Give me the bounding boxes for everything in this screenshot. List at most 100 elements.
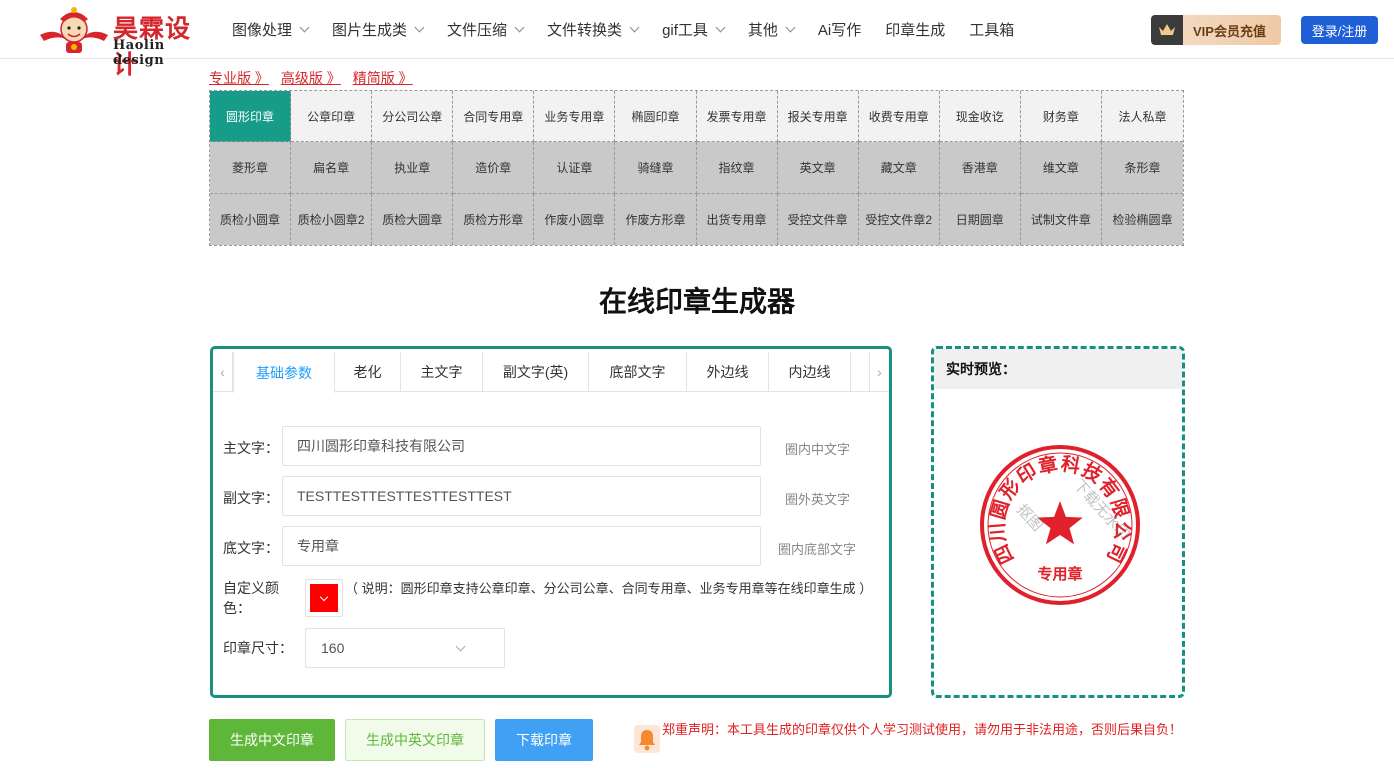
stamp-type-item[interactable]: 财务章 [1020,91,1102,143]
nav-seal-generator[interactable]: 印章生成 [885,19,945,40]
stamp-type-item[interactable]: 受控文件章2 [858,193,940,245]
site-logo[interactable]: 昊霖设计 Haolin design [36,5,211,79]
tab-basic-params[interactable]: 基础参数 [233,352,335,393]
settings-panel: ‹ 基础参数 老化 主文字 副文字(英) 底部文字 外边线 内边线 › 主文字：… [210,346,892,698]
nav-file-compress[interactable]: 文件压缩 [447,19,525,40]
nav-file-convert[interactable]: 文件转换类 [547,19,640,40]
vip-label: VIP会员充值 [1193,23,1266,39]
tab-sub-text[interactable]: 副文字(英) [483,352,589,392]
stamp-type-item[interactable]: 条形章 [1101,142,1183,194]
top-header: 昊霖设计 Haolin design 图像处理 图片生成类 文件压缩 文件转换类… [0,0,1394,79]
stamp-type-item[interactable]: 圆形印章 [210,91,292,143]
chevron-down-icon [514,22,525,33]
color-note: （ 说明：圆形印章支持公章印章、分公司公章、合同专用章、业务专用章等在线印章生成… [345,581,873,596]
chevron-down-icon [785,22,796,33]
stamp-type-item[interactable]: 业务专用章 [534,91,616,143]
download-seal-button[interactable]: 下载印章 [495,719,593,761]
vip-recharge-button[interactable]: VIP会员充值 [1151,15,1281,45]
tab-aging[interactable]: 老化 [335,352,401,392]
logo-subtitle: Haolin design [113,38,165,68]
stamp-type-item[interactable]: 发票专用章 [696,91,778,143]
stamp-type-item[interactable]: 合同专用章 [453,91,535,143]
stamp-type-item[interactable]: 执业章 [372,142,454,194]
tab-main-text[interactable]: 主文字 [401,352,483,392]
nav-label: Ai写作 [817,22,862,39]
sub-text-hint: 圈外英文字 [785,492,851,507]
tab-bottom-text[interactable]: 底部文字 [589,352,687,392]
stamp-type-item[interactable]: 法人私章 [1101,91,1183,143]
version-pro-link[interactable]: 专业版 》 [209,68,269,88]
nav-ai-writing[interactable]: Ai写作 [818,19,861,40]
version-lite-link[interactable]: 精简版 》 [353,68,413,88]
chevron-down-icon [319,592,329,601]
tab-inner-border[interactable]: 内边线 [769,352,851,392]
chevron-down-icon [299,22,310,33]
tab-scroll-left-icon[interactable]: ‹ [213,352,233,392]
stamp-type-item[interactable]: 收费专用章 [858,91,940,143]
nav-toolbox[interactable]: 工具箱 [969,19,1014,40]
bottom-text-input[interactable]: 专用章 [282,526,761,566]
stamp-type-item[interactable]: 日期圆章 [939,193,1021,245]
stamp-type-item[interactable]: 公章印章 [291,91,373,143]
stamp-type-grid: 圆形印章 公章印章 分公司公章 合同专用章 业务专用章 椭圆印章 发票专用章 报关专用章 收费专… [209,90,1184,246]
chevron-down-icon [414,22,425,33]
tab-scroll-right-icon[interactable]: › [869,352,889,392]
nav-label: 工具箱 [969,22,1015,39]
stamp-type-item[interactable]: 英文章 [777,142,859,194]
stamp-type-item[interactable]: 藏文章 [858,142,940,194]
bell-icon [634,725,660,753]
stamp-type-item[interactable]: 椭圆印章 [615,91,697,143]
main-nav: 图像处理 图片生成类 文件压缩 文件转换类 gif工具 其他 Ai写作 印章生成 [232,0,1038,59]
stamp-type-item[interactable]: 质检大圆章 [372,193,454,245]
stamp-type-item[interactable]: 香港章 [939,142,1021,194]
nav-label: 文件压缩 [447,22,508,39]
stamp-type-item[interactable]: 骑缝章 [615,142,697,194]
stamp-type-item[interactable]: 质检小圆章2 [291,193,373,245]
chevron-down-icon [715,22,726,33]
stamp-type-item[interactable]: 出货专用章 [696,193,778,245]
mascot-icon [40,7,108,53]
sub-text-label: 副文字： [223,490,279,506]
chevron-down-icon [455,641,466,652]
crown-icon [1151,15,1183,45]
nav-image-generation[interactable]: 图片生成类 [332,19,425,40]
version-links: 专业版 》 高级版 》 精简版 》 [209,68,425,88]
stamp-type-item[interactable]: 认证章 [534,142,616,194]
version-advanced-link[interactable]: 高级版 》 [281,68,341,88]
stamp-type-item[interactable]: 作废小圆章 [534,193,616,245]
stamp-type-item[interactable]: 现金收讫 [939,91,1021,143]
stamp-type-item[interactable]: 指纹章 [696,142,778,194]
generate-cn-seal-button[interactable]: 生成中文印章 [209,719,335,761]
nav-image-processing[interactable]: 图像处理 [232,19,310,40]
nav-other[interactable]: 其他 [748,19,796,40]
size-select[interactable]: 160 [305,628,505,668]
stamp-type-item[interactable]: 维文章 [1020,142,1102,194]
stamp-type-item[interactable]: 质检方形章 [453,193,535,245]
stamp-type-item[interactable]: 试制文件章 [1020,193,1102,245]
login-register-button[interactable]: 登录/注册 [1301,16,1378,44]
sub-text-input[interactable]: TESTTESTTESTTESTTESTTEST [282,476,761,516]
preview-panel: 实时预览： 四川圆形印章科技有限公司 专用章 下载无水印 抠图 [931,346,1185,698]
stamp-type-item[interactable]: 检验椭圆章 [1101,193,1183,245]
stamp-type-item[interactable]: 扁名章 [291,142,373,194]
chevron-down-icon [629,22,640,33]
main-text-label: 主文字： [223,440,279,456]
stamp-type-item[interactable]: 分公司公章 [372,91,454,143]
stamp-type-item[interactable]: 受控文件章 [777,193,859,245]
stamp-type-item[interactable]: 菱形章 [210,142,292,194]
color-picker[interactable] [305,579,343,617]
size-value: 160 [321,640,345,656]
nav-label: gif工具 [662,22,708,39]
bottom-text-hint: 圈内底部文字 [778,542,857,557]
stamp-type-item[interactable]: 质检小圆章 [210,193,292,245]
preview-title: 实时预览： [934,349,1182,389]
stamp-type-item[interactable]: 造价章 [453,142,535,194]
color-swatch [310,584,338,612]
stamp-type-item[interactable]: 报关专用章 [777,91,859,143]
nav-gif-tools[interactable]: gif工具 [662,19,726,40]
tab-outer-border[interactable]: 外边线 [687,352,769,392]
stamp-type-item[interactable]: 作废方形章 [615,193,697,245]
generate-cn-en-seal-button[interactable]: 生成中英文印章 [345,719,485,761]
main-text-input[interactable]: 四川圆形印章科技有限公司 [282,426,761,466]
nav-label: 图像处理 [232,22,293,39]
